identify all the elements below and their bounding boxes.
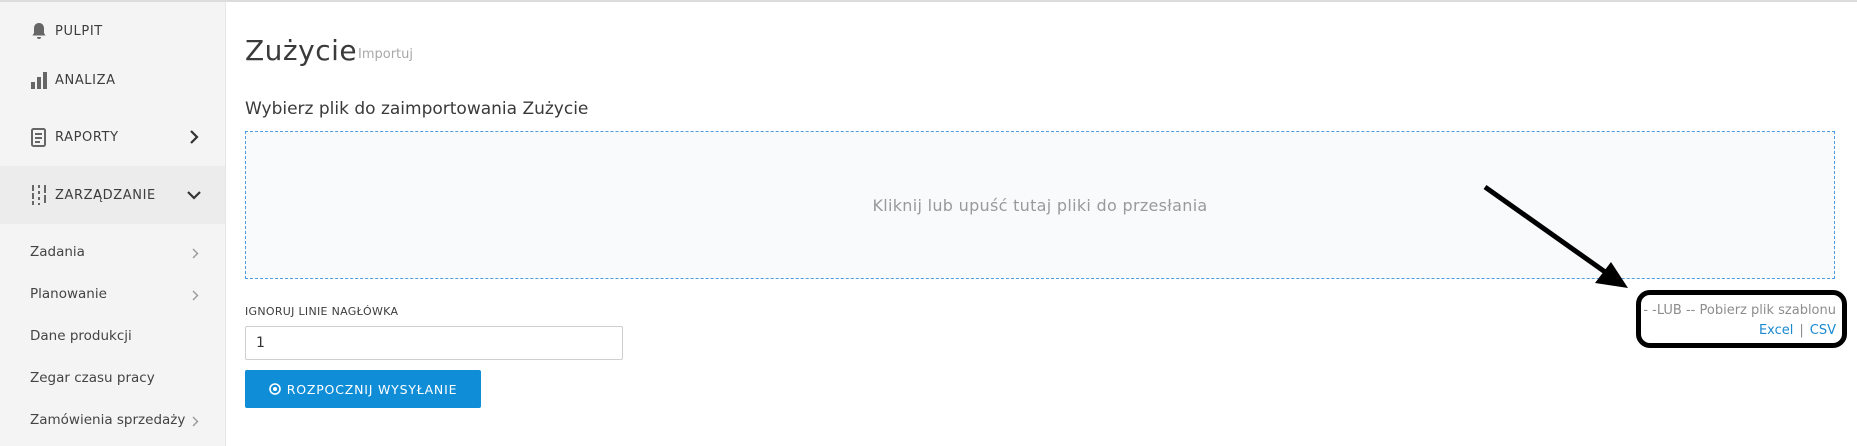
chevron-right-icon	[189, 414, 201, 428]
bell-icon	[29, 20, 49, 42]
chevron-down-icon	[185, 186, 203, 204]
chevron-right-icon	[189, 246, 201, 260]
sidebar-item-zarzadzanie[interactable]: ZARZĄDZANIE	[0, 166, 225, 224]
upload-circle-icon	[268, 383, 281, 395]
section-title: Wybierz plik do zaimportowania Zużycie	[245, 99, 589, 119]
report-icon	[29, 126, 49, 148]
sidebar-subitem-label: Planowanie	[30, 286, 107, 302]
chevron-right-icon	[189, 288, 201, 302]
annotation-highlight-box	[1636, 290, 1847, 348]
file-dropzone[interactable]: Kliknij lub upuść tutaj pliki do przesła…	[245, 131, 1835, 279]
sidebar-item-label: ANALIZA	[55, 72, 116, 88]
header-lines-input[interactable]	[245, 326, 623, 360]
sidebar-item-analiza[interactable]: ANALIZA	[0, 51, 225, 109]
sidebar-item-raporty[interactable]: RAPORTY	[0, 108, 225, 166]
start-upload-button[interactable]: ROZPOCZNIJ WYSYŁANIE	[245, 370, 481, 408]
sidebar-item-label: PULPIT	[55, 23, 103, 39]
sidebar-subitem-label: Zamówienia sprzedaży	[30, 412, 186, 428]
sidebar-subitem-zamowienia-sprzedazy[interactable]: Zamówienia sprzedaży	[0, 400, 225, 442]
sidebar-subitem-label: Dane produkcji	[30, 328, 132, 344]
top-border	[0, 0, 1857, 2]
sidebar-item-label: RAPORTY	[55, 129, 119, 145]
chevron-right-icon	[185, 128, 203, 146]
dropzone-text: Kliknij lub upuść tutaj pliki do przesła…	[872, 195, 1208, 215]
sidebar: PULPIT ANALIZA RAPORTY ZARZĄDZANIE Zadan…	[0, 2, 226, 446]
sidebar-subitem-planowanie[interactable]: Planowanie	[0, 274, 225, 316]
sidebar-subitem-dane-produkcji[interactable]: Dane produkcji	[0, 316, 225, 358]
sidebar-subitem-zegar-czasu-pracy[interactable]: Zegar czasu pracy	[0, 358, 225, 400]
page-subtitle: Importuj	[358, 47, 413, 62]
sidebar-subitem-zadania[interactable]: Zadania	[0, 232, 225, 274]
bar-chart-icon	[29, 69, 49, 91]
header-lines-label: IGNORUJ LINIE NAGŁÓWKA	[245, 305, 399, 318]
sliders-icon	[29, 184, 49, 206]
sidebar-subitem-label: Zadania	[30, 244, 85, 260]
sidebar-item-label: ZARZĄDZANIE	[55, 187, 156, 203]
start-upload-label: ROZPOCZNIJ WYSYŁANIE	[286, 381, 458, 397]
page-title: Zużycie	[245, 34, 358, 67]
sidebar-subitem-label: Zegar czasu pracy	[30, 370, 155, 386]
